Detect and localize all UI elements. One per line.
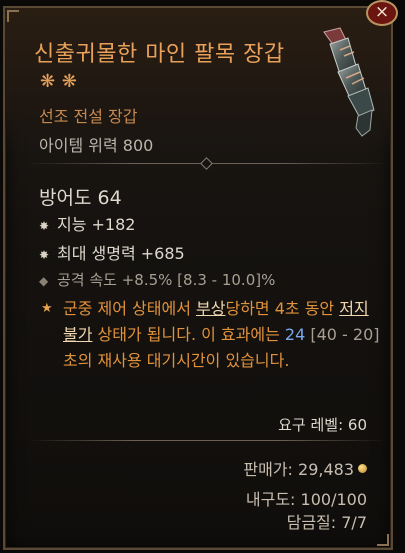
divider-diamond-icon <box>200 157 213 170</box>
durability: 내구도: 100/100 <box>245 490 367 509</box>
aspect-part: 상태가 됩니다. 이 효과에는 <box>92 325 285 344</box>
stat-line: ✸ 지능 +182 <box>39 211 135 235</box>
item-title-text: 신출귀몰한 마인 팔목 장갑 <box>34 42 285 67</box>
close-icon: × <box>374 2 390 22</box>
frame-corner <box>377 534 389 546</box>
star-bullet-icon: ✸ <box>39 219 50 233</box>
item-power: 아이템 위력 800 <box>39 136 154 155</box>
stat-text: 공격 속도 +8.5% [8.3 - 10.0]% <box>57 271 276 289</box>
keyword-injured[interactable]: 부상 <box>196 299 225 318</box>
diamond-bullet-icon: ◆ <box>39 274 49 288</box>
armor-value: 방어도 64 <box>39 187 122 209</box>
aspect-range: [40 - 20] <box>305 325 380 344</box>
section-divider <box>27 157 387 170</box>
aspect-part: 군중 제어 상태에서 <box>63 299 197 318</box>
aspect-part: 당하면 4초 동안 <box>225 299 340 318</box>
required-level: 요구 레벨: 60 <box>278 416 367 434</box>
stat-text: 최대 생명력 +685 <box>57 244 185 263</box>
aspect-text: 군중 제어 상태에서 부상당하면 4초 동안 저지 불가 상태가 됩니다. 이 … <box>63 296 381 374</box>
frame-corner <box>7 10 19 22</box>
star-bullet-icon: ✸ <box>39 248 50 262</box>
item-type: 선조 전설 장갑 <box>39 107 138 126</box>
legendary-aspect: ★ 군중 제어 상태에서 부상당하면 4초 동안 저지 불가 상태가 됩니다. … <box>41 296 381 374</box>
legendary-star-icon: ★ <box>41 301 53 316</box>
sell-value-text: 판매가: 29,483 <box>243 460 354 479</box>
item-title: 신출귀몰한 마인 팔목 장갑 ❋ ❋ <box>34 42 304 95</box>
legendary-star-icon: ❋ ❋ <box>40 71 78 92</box>
sell-value: 판매가: 29,483 <box>243 456 367 480</box>
section-divider <box>27 440 387 441</box>
temper-count: 담금질: 7/7 <box>286 513 367 532</box>
aspect-part: 초의 재사용 대기시간이 있습니다. <box>63 351 290 370</box>
gauntlet-icon <box>323 27 375 137</box>
item-tooltip-panel: 신출귀몰한 마인 팔목 장갑 ❋ ❋ 선조 전설 장갑 아이템 위력 800 방어… <box>3 6 393 550</box>
gold-coin-icon <box>358 464 367 473</box>
stat-text: 지능 +182 <box>57 215 136 234</box>
close-button[interactable]: × <box>366 0 398 26</box>
stat-line: ◆ 공격 속도 +8.5% [8.3 - 10.0]% <box>39 269 275 290</box>
stat-line: ✸ 최대 생명력 +685 <box>39 240 185 264</box>
aspect-value: 24 <box>284 325 306 344</box>
